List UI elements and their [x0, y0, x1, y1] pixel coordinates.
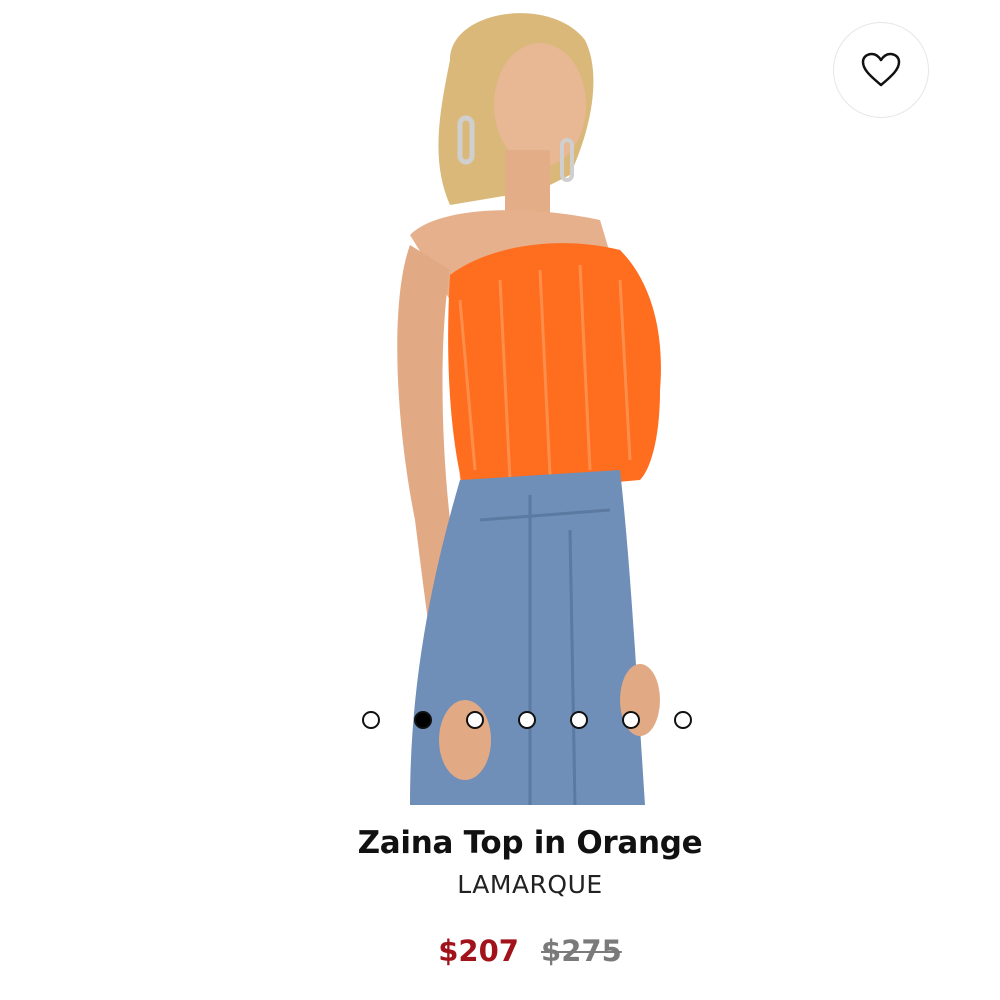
carousel-dot[interactable]	[622, 711, 640, 729]
wishlist-button[interactable]	[833, 22, 929, 118]
carousel-dots	[362, 711, 692, 729]
sale-price: $207	[438, 934, 519, 968]
carousel-dot[interactable]	[362, 711, 380, 729]
carousel-dot-active[interactable]	[414, 711, 432, 729]
original-price: $275	[541, 934, 622, 968]
carousel-dot[interactable]	[466, 711, 484, 729]
heart-icon	[861, 52, 901, 87]
product-name[interactable]: Zaina Top in Orange	[300, 825, 760, 861]
price-row: $207 $275	[300, 934, 760, 968]
image-edge-fade	[902, 0, 1000, 1000]
carousel-dot[interactable]	[674, 711, 692, 729]
model-photo	[397, 13, 661, 805]
carousel-dot[interactable]	[570, 711, 588, 729]
product-brand[interactable]: LAMARQUE	[300, 870, 760, 899]
carousel-dot[interactable]	[518, 711, 536, 729]
product-card: Zaina Top in Orange LAMARQUE $207 $275	[0, 0, 1000, 1000]
product-image[interactable]	[300, 0, 720, 805]
